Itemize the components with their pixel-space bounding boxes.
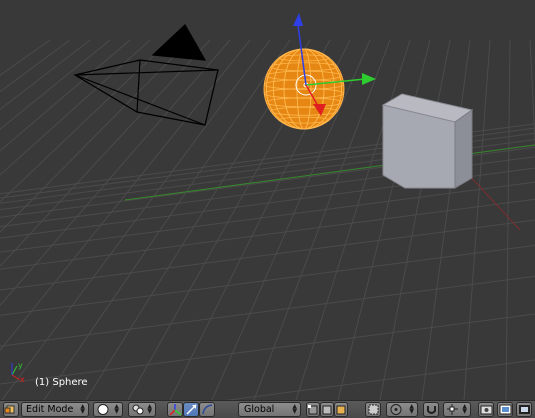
snap-element-dropdown[interactable]: ▲ ▼ — [443, 402, 471, 417]
opengl-render-button[interactable] — [478, 402, 494, 417]
3d-viewport[interactable]: y x (1) Sphere — [0, 0, 535, 400]
rotate-button[interactable] — [199, 402, 215, 417]
axis-label-y: y — [18, 361, 23, 370]
vertex-select-button[interactable] — [306, 402, 320, 417]
grid-line — [0, 39, 231, 307]
chevron-updown-icon: ▲ ▼ — [462, 403, 467, 415]
snap-element-icon — [447, 404, 458, 415]
cube-object[interactable] — [381, 93, 474, 189]
chevron-updown-icon: ▲ ▼ — [147, 403, 152, 415]
pivot-point-dropdown[interactable]: ▲ ▼ — [128, 402, 156, 417]
mode-value: Edit Mode — [26, 404, 74, 415]
manipulator-toggle-button[interactable] — [167, 402, 183, 417]
grid-line — [0, 219, 535, 291]
solid-sphere-icon — [97, 404, 109, 415]
3d-view-icon — [4, 405, 15, 414]
grid-line — [0, 39, 171, 203]
opengl-anim-sequence-button[interactable] — [516, 402, 532, 417]
grid-line — [379, 39, 451, 400]
grid-line — [505, 39, 511, 400]
chevron-updown-icon: ▲ ▼ — [80, 403, 85, 415]
y-axis-line — [124, 144, 535, 201]
grid-line — [0, 244, 535, 316]
manipulator-toggle-icon — [169, 404, 182, 416]
viewport-shading-dropdown[interactable]: ▲ ▼ — [93, 402, 123, 417]
3d-view-header: Edit Mode ▲ ▼ ▲ ▼ ▲ ▼ Global ▲ ▼ ▲ ▼ ▲ ▼ — [0, 400, 535, 418]
grid-line — [0, 39, 191, 233]
chevron-updown-icon: ▲ ▼ — [114, 403, 119, 415]
pivot-point-icon — [132, 404, 144, 415]
film-strip-icon — [519, 405, 530, 414]
grid-line — [0, 39, 151, 176]
opengl-anim-icon — [499, 404, 512, 415]
edge-select-button[interactable] — [320, 402, 334, 417]
chevron-updown-icon: ▲ ▼ — [409, 403, 414, 415]
orientation-value: Global — [244, 404, 275, 415]
grid-line — [421, 39, 471, 400]
axis-label-x: x — [20, 375, 25, 384]
chevron-updown-icon: ▲ ▼ — [292, 403, 297, 415]
occlude-geometry-icon — [368, 404, 379, 415]
camera-up-triangle — [151, 24, 207, 61]
grid-line — [0, 313, 535, 385]
opengl-render-icon — [480, 405, 493, 415]
proportional-edit-icon — [390, 404, 402, 415]
grid-line — [0, 39, 71, 93]
face-select-button[interactable] — [334, 402, 348, 417]
selected-object-label: (1) Sphere — [35, 377, 88, 388]
sphere-object[interactable] — [263, 48, 345, 130]
edge-select-icon — [322, 405, 332, 415]
grid-line — [0, 198, 535, 270]
grid-line — [0, 39, 111, 130]
grid-line — [337, 39, 431, 400]
viewport-canvas[interactable]: y x — [0, 0, 535, 400]
grid-line — [43, 39, 291, 400]
grid-line — [0, 275, 535, 347]
transform-orientation-dropdown[interactable]: Global ▲ ▼ — [238, 402, 301, 417]
snap-toggle-button[interactable] — [423, 402, 439, 417]
vertex-select-icon — [308, 405, 318, 415]
proportional-edit-dropdown[interactable]: ▲ ▼ — [386, 402, 418, 417]
face-select-icon — [336, 405, 346, 415]
mode-dropdown[interactable]: Edit Mode ▲ ▼ — [21, 402, 89, 417]
translate-button[interactable] — [183, 402, 199, 417]
grid-line — [463, 39, 491, 400]
translate-icon — [186, 404, 197, 415]
opengl-anim-button[interactable] — [497, 402, 513, 417]
occlude-geometry-button[interactable] — [365, 402, 381, 417]
rotate-icon — [202, 404, 213, 415]
snap-magnet-icon — [427, 406, 436, 414]
editor-type-button[interactable] — [3, 402, 19, 417]
manipulator-z-arrow — [293, 13, 303, 26]
grid-line — [0, 39, 91, 111]
